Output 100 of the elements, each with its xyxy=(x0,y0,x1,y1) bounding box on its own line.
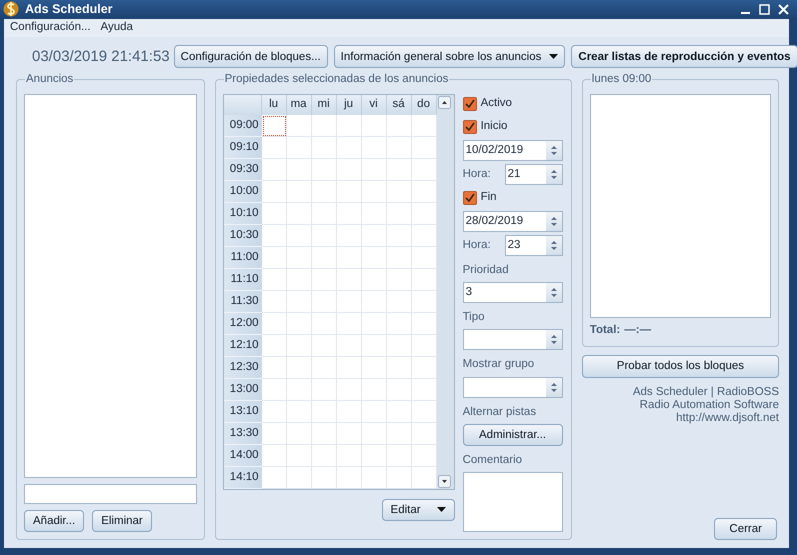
spin-field[interactable]: 28/02/2019 xyxy=(462,210,563,232)
schedule-cell[interactable] xyxy=(312,378,337,401)
schedule-cell[interactable] xyxy=(336,246,362,269)
schedule-cell[interactable] xyxy=(386,246,412,269)
schedule-cell[interactable] xyxy=(262,312,287,335)
schedule-cell[interactable] xyxy=(386,224,412,247)
schedule-cell[interactable] xyxy=(336,334,362,357)
manage-button[interactable]: Administrar... xyxy=(462,424,563,446)
panel-button[interactable]: Añadir... xyxy=(24,510,84,532)
schedule-cell[interactable] xyxy=(386,136,412,159)
schedule-cell[interactable] xyxy=(312,158,337,181)
schedule-cell[interactable] xyxy=(386,268,412,291)
schedule-cell[interactable] xyxy=(312,136,337,159)
schedule-cell[interactable] xyxy=(286,246,312,269)
spin-field[interactable]: 23 xyxy=(504,234,563,256)
schedule-cell[interactable] xyxy=(336,268,362,291)
schedule-cell[interactable] xyxy=(336,202,362,225)
schedule-cell[interactable] xyxy=(362,356,387,379)
schedule-cell[interactable] xyxy=(312,246,337,269)
checkbox[interactable] xyxy=(462,120,477,134)
name-field[interactable] xyxy=(24,484,197,504)
schedule-cell[interactable] xyxy=(386,312,412,335)
checkbox[interactable] xyxy=(462,96,477,111)
schedule-cell[interactable] xyxy=(262,356,287,379)
schedule-cell[interactable] xyxy=(336,158,362,181)
schedule-cell[interactable] xyxy=(312,312,337,335)
schedule-cell[interactable] xyxy=(312,180,337,203)
schedule-cell[interactable] xyxy=(386,400,412,423)
schedule-cell[interactable] xyxy=(362,378,387,401)
spin-field[interactable] xyxy=(462,329,563,350)
schedule-cell[interactable] xyxy=(336,312,362,335)
schedule-cell[interactable] xyxy=(312,400,337,423)
schedule-cell[interactable] xyxy=(262,290,287,313)
schedule-cell[interactable] xyxy=(286,378,312,401)
schedule-cell[interactable] xyxy=(312,422,337,445)
schedule-cell[interactable] xyxy=(362,202,387,225)
schedule-cell[interactable] xyxy=(286,180,312,203)
schedule-cell[interactable] xyxy=(286,224,312,247)
schedule-cell[interactable] xyxy=(286,202,312,225)
schedule-cell[interactable] xyxy=(386,466,412,489)
schedule-cell[interactable] xyxy=(362,268,387,291)
schedule-cell[interactable] xyxy=(362,444,387,467)
schedule-cell[interactable] xyxy=(286,158,312,181)
schedule-cell[interactable] xyxy=(336,136,362,159)
schedule-cell[interactable] xyxy=(312,268,337,291)
schedule-cell[interactable] xyxy=(312,334,337,357)
schedule-cell[interactable] xyxy=(262,400,287,423)
schedule-cell[interactable] xyxy=(362,136,387,159)
schedule-cell[interactable] xyxy=(262,180,287,203)
schedule-cell[interactable] xyxy=(362,466,387,489)
schedule-cell[interactable] xyxy=(386,378,412,401)
schedule-cell[interactable] xyxy=(312,224,337,247)
schedule-cell[interactable] xyxy=(286,334,312,357)
schedule-cell[interactable] xyxy=(362,290,387,313)
schedule-cell[interactable] xyxy=(262,114,287,137)
schedule-cell[interactable] xyxy=(286,312,312,335)
schedule-cell[interactable] xyxy=(362,334,387,357)
schedule-cell[interactable] xyxy=(286,136,312,159)
edit-button[interactable]: Editar xyxy=(382,498,455,521)
schedule-cell[interactable] xyxy=(262,466,287,489)
block-list[interactable] xyxy=(590,94,771,318)
schedule-cell[interactable] xyxy=(312,202,337,225)
schedule-cell[interactable] xyxy=(362,224,387,247)
schedule-cell[interactable] xyxy=(286,268,312,291)
schedule-cell[interactable] xyxy=(312,356,337,379)
toolbar-button[interactable]: Configuración de bloques... xyxy=(174,45,328,68)
checkbox[interactable] xyxy=(462,190,477,205)
schedule-cell[interactable] xyxy=(286,466,312,489)
schedule-cell[interactable] xyxy=(336,224,362,247)
schedule-cell[interactable] xyxy=(312,114,337,137)
schedule-cell[interactable] xyxy=(262,202,287,225)
schedule-cell[interactable] xyxy=(386,158,412,181)
close-icon[interactable] xyxy=(778,4,789,15)
schedule-cell[interactable] xyxy=(262,246,287,269)
scrollbar[interactable] xyxy=(436,94,454,489)
schedule-cell[interactable] xyxy=(336,444,362,467)
maximize-icon[interactable] xyxy=(759,4,770,15)
schedule-cell[interactable] xyxy=(386,180,412,203)
schedule-cell[interactable] xyxy=(336,378,362,401)
schedule-cell[interactable] xyxy=(386,422,412,445)
schedule-cell[interactable] xyxy=(262,136,287,159)
schedule-cell[interactable] xyxy=(336,422,362,445)
schedule-cell[interactable] xyxy=(262,378,287,401)
schedule-cell[interactable] xyxy=(286,356,312,379)
schedule-cell[interactable] xyxy=(362,180,387,203)
schedule-cell[interactable] xyxy=(336,400,362,423)
schedule-cell[interactable] xyxy=(286,444,312,467)
schedule-cell[interactable] xyxy=(362,158,387,181)
schedule-cell[interactable] xyxy=(386,444,412,467)
schedule-cell[interactable] xyxy=(386,334,412,357)
schedule-cell[interactable] xyxy=(336,466,362,489)
close-button[interactable]: Cerrar xyxy=(714,518,777,540)
schedule-cell[interactable] xyxy=(336,290,362,313)
toolbar-button[interactable]: Crear listas de reproducción y eventos xyxy=(571,45,797,68)
schedule-cell[interactable] xyxy=(262,334,287,357)
schedule-cell[interactable] xyxy=(362,422,387,445)
schedule-cell[interactable] xyxy=(312,290,337,313)
schedule-cell[interactable] xyxy=(362,114,387,137)
spin-field[interactable] xyxy=(462,376,563,398)
spin-field[interactable]: 3 xyxy=(462,282,563,303)
